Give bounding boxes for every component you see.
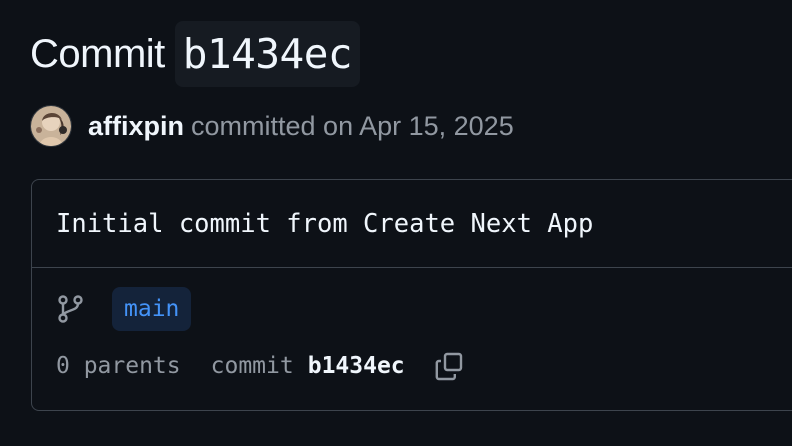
commit-sha-label: commit xyxy=(210,353,294,379)
commit-title-sha: b1434ec xyxy=(174,21,361,87)
commit-branch-row: main xyxy=(56,286,192,332)
commit-details-card: Initial commit from Create Next App main… xyxy=(31,179,792,411)
parents-count: 0 parents xyxy=(56,353,181,379)
copy-icon xyxy=(435,352,462,381)
commit-author-line: affixpin committed on Apr 15, 2025 xyxy=(30,104,514,148)
copy-sha-button[interactable] xyxy=(431,348,467,384)
author-name-link[interactable]: affixpin xyxy=(88,111,184,142)
branch-main-link[interactable]: main xyxy=(112,287,192,331)
git-branch-icon xyxy=(56,294,86,324)
commit-message-header: Initial commit from Create Next App xyxy=(32,180,792,268)
commit-sha-value: b1434ec xyxy=(307,353,405,379)
commit-title: Commit b1434ec xyxy=(30,20,361,88)
avatar-image xyxy=(31,106,71,146)
commit-date-text: committed on Apr 15, 2025 xyxy=(191,110,514,141)
commit-title-label: Commit xyxy=(30,32,165,76)
commit-message: Initial commit from Create Next App xyxy=(56,208,594,239)
commit-metadata-row: 0 parents commit b1434ec xyxy=(56,346,467,386)
author-avatar[interactable] xyxy=(30,105,72,147)
